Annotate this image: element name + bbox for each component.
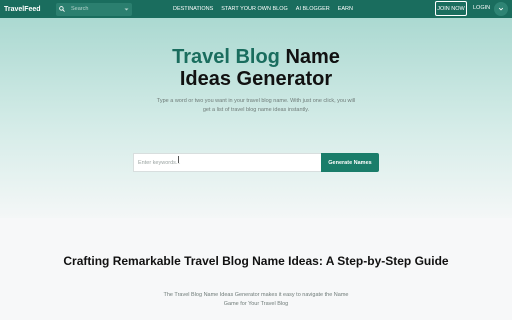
chevron-down-icon: [498, 7, 504, 11]
search-box[interactable]: Search: [56, 2, 132, 16]
login-link[interactable]: LOGIN: [473, 5, 490, 11]
search-dropdown-icon[interactable]: [124, 7, 129, 12]
search-placeholder: Search: [71, 6, 89, 12]
nav-destinations[interactable]: DESTINATIONS: [173, 6, 213, 12]
page-title-line2: Ideas Generator: [179, 68, 333, 90]
page-title-accent: Travel Blog: [172, 46, 280, 68]
account-menu-button[interactable]: [494, 2, 508, 16]
guide-heading: Crafting Remarkable Travel Blog Name Ide…: [63, 254, 449, 268]
nav-earn[interactable]: EARN: [338, 6, 353, 12]
brand-logo[interactable]: TravelFeed: [4, 6, 52, 13]
guide-intro-text: The Travel Blog Name Ideas Generator mak…: [163, 292, 349, 307]
nav-start-your-own-blog[interactable]: START YOUR OWN BLOG: [221, 6, 288, 12]
keywords-input[interactable]: [133, 153, 321, 172]
hero-description: Type a word or two you want in your trav…: [156, 98, 356, 113]
generate-names-button[interactable]: Generate Names: [321, 153, 379, 172]
join-now-button[interactable]: JOIN NOW: [435, 1, 467, 16]
search-icon: [59, 6, 65, 12]
page-title: Travel Blog Name Ideas Generator: [0, 46, 512, 90]
main-nav: DESTINATIONS START YOUR OWN BLOG AI BLOG…: [173, 6, 361, 12]
page-title-part: Name: [279, 46, 340, 68]
top-navbar: TravelFeed Search DESTINATIONS START YOU…: [0, 0, 512, 18]
nav-ai-blogger[interactable]: AI BLOGGER: [296, 6, 330, 12]
text-cursor: [178, 156, 179, 163]
